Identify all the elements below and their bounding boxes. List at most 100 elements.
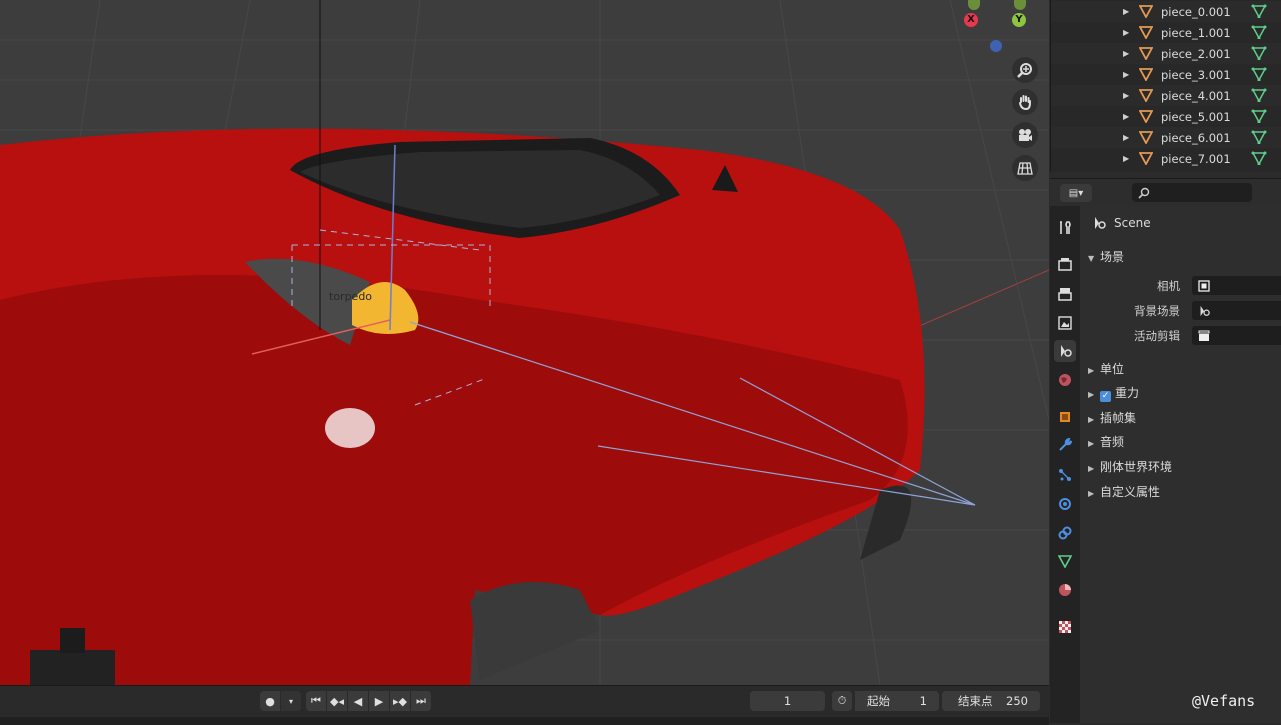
outliner-item-label[interactable]: piece_5.001 <box>1161 110 1231 124</box>
section-label: 单位 <box>1100 362 1125 376</box>
mesh-data-icon[interactable] <box>1251 25 1267 39</box>
outliner-item-label[interactable]: piece_4.001 <box>1161 89 1231 103</box>
section-label: 重力 <box>1115 386 1140 400</box>
outliner-item-label[interactable]: piece_6.001 <box>1161 131 1231 145</box>
output-icon[interactable] <box>1054 283 1076 305</box>
section-label: 刚体世界环境 <box>1100 460 1173 474</box>
3d-viewport[interactable]: torpedo X Y <box>0 0 1049 685</box>
camera-icon[interactable] <box>1012 122 1038 148</box>
mesh-object-icon <box>1139 68 1153 81</box>
scene-panel-header[interactable]: ▼ 场景 <box>1088 248 1124 265</box>
outliner-panel[interactable]: ▶ piece_0.001 ▶ piece_1.001 ▶ piece_2.00… <box>1050 0 1281 172</box>
expand-arrow-icon[interactable]: ▶ <box>1123 28 1129 37</box>
modifier-icon[interactable] <box>1054 434 1076 456</box>
properties-editor-icon: ▤▾ <box>1068 187 1084 199</box>
next-keyframe-button[interactable]: ▸◆ <box>390 691 410 711</box>
mesh-data-icon[interactable] <box>1251 130 1267 144</box>
expand-arrow-icon[interactable]: ▶ <box>1123 91 1129 100</box>
play-reverse-button[interactable]: ◀ <box>348 691 368 711</box>
outliner-item-label[interactable]: piece_1.001 <box>1161 26 1231 40</box>
timeline-ruler[interactable] <box>0 717 1049 725</box>
expand-arrow-icon[interactable]: ▶ <box>1123 154 1129 163</box>
mesh-data-icon[interactable] <box>1251 67 1267 81</box>
scene-icon <box>1095 217 1106 229</box>
chevron-right-icon: ▶ <box>1088 390 1095 399</box>
outliner-item-label[interactable]: piece_2.001 <box>1161 47 1231 61</box>
hand-pan-icon[interactable] <box>1012 89 1038 115</box>
outliner-row[interactable]: ▶ piece_4.001 <box>1051 85 1281 106</box>
outliner-item-label[interactable]: piece_7.001 <box>1161 152 1231 166</box>
outliner-row[interactable]: ▶ piece_1.001 <box>1051 22 1281 43</box>
expand-arrow-icon[interactable]: ▶ <box>1123 133 1129 142</box>
end-value: 250 <box>1006 694 1028 708</box>
end-frame-field[interactable]: 结束点 250 <box>942 691 1040 711</box>
scene-icon[interactable] <box>1054 340 1076 362</box>
mesh-data-icon[interactable] <box>1251 4 1267 18</box>
particles-icon[interactable] <box>1054 464 1076 486</box>
keying-sets-section[interactable]: ▶ 插帧集 <box>1088 409 1136 426</box>
gizmo-x-axis[interactable]: X <box>964 13 978 27</box>
panel-title: 场景 <box>1100 250 1125 264</box>
chevron-right-icon: ▶ <box>1088 439 1095 448</box>
units-section[interactable]: ▶ 单位 <box>1088 360 1124 377</box>
mesh-data-icon[interactable] <box>1251 88 1267 102</box>
camera-object-icon <box>1198 280 1210 292</box>
outliner-row[interactable]: ▶ piece_3.001 <box>1051 64 1281 85</box>
play-button[interactable]: ▶ <box>369 691 389 711</box>
gravity-checkbox[interactable]: ✓ <box>1100 391 1111 402</box>
mesh-object-icon <box>1139 5 1153 18</box>
preview-range-toggle[interactable]: ⏱ <box>832 691 852 711</box>
custom-properties-section[interactable]: ▶ 自定义属性 <box>1088 483 1160 500</box>
render-icon[interactable] <box>1054 253 1076 275</box>
properties-search-input[interactable] <box>1132 183 1252 202</box>
material-icon[interactable] <box>1054 579 1076 601</box>
tool-icon[interactable] <box>1054 217 1076 239</box>
constraints-icon[interactable] <box>1054 522 1076 544</box>
outliner-row[interactable]: ▶ piece_2.001 <box>1051 43 1281 64</box>
gizmo-z-negative[interactable] <box>990 40 1002 52</box>
current-frame-field[interactable]: 1 <box>750 691 825 711</box>
world-icon[interactable] <box>1054 369 1076 391</box>
zoom-icon[interactable] <box>1012 57 1038 83</box>
outliner-item-label[interactable]: piece_3.001 <box>1161 68 1231 82</box>
keying-dropdown[interactable]: ▾ <box>281 691 301 711</box>
editor-type-dropdown[interactable]: ▤▾ <box>1060 184 1092 202</box>
expand-arrow-icon[interactable]: ▶ <box>1123 49 1129 58</box>
expand-arrow-icon[interactable]: ▶ <box>1123 112 1129 121</box>
audio-section[interactable]: ▶ 音频 <box>1088 433 1124 450</box>
outliner-row[interactable]: ▶ piece_5.001 <box>1051 106 1281 127</box>
expand-arrow-icon[interactable]: ▶ <box>1123 70 1129 79</box>
previous-keyframe-button[interactable]: ◆◂ <box>327 691 347 711</box>
outliner-item-label[interactable]: piece_0.001 <box>1161 5 1231 19</box>
camera-field[interactable] <box>1192 276 1281 295</box>
grid-view-icon[interactable] <box>1012 155 1038 181</box>
start-frame-field[interactable]: 起始 1 <box>855 691 939 711</box>
next-keyframe-icon: ▸◆ <box>393 694 407 708</box>
prev-keyframe-icon: ◆◂ <box>330 694 344 708</box>
texture-icon[interactable] <box>1054 616 1076 638</box>
physics-icon[interactable] <box>1054 493 1076 515</box>
outliner-row[interactable]: ▶ piece_6.001 <box>1051 127 1281 148</box>
jump-end-icon: ⏭ <box>416 694 426 707</box>
outliner-row[interactable]: ▶ piece_0.001 <box>1051 1 1281 22</box>
record-keyframe-button[interactable]: ● <box>260 691 280 711</box>
background-scene-field[interactable] <box>1192 301 1281 320</box>
rigid-body-world-section[interactable]: ▶ 刚体世界环境 <box>1088 458 1172 475</box>
record-icon: ● <box>265 694 275 708</box>
data-icon[interactable] <box>1054 550 1076 572</box>
jump-to-start-button[interactable]: ⏮ <box>306 691 326 711</box>
gravity-section[interactable]: ▶ ✓ 重力 <box>1088 384 1139 402</box>
camera-field-label: 相机 <box>1157 279 1180 293</box>
mesh-data-icon[interactable] <box>1251 109 1267 123</box>
mesh-data-icon[interactable] <box>1251 46 1267 60</box>
mesh-object-icon <box>1139 47 1153 60</box>
view-layer-icon[interactable] <box>1054 312 1076 334</box>
active-clip-field[interactable] <box>1192 326 1281 345</box>
expand-arrow-icon[interactable]: ▶ <box>1123 7 1129 16</box>
jump-to-end-button[interactable]: ⏭ <box>411 691 431 711</box>
mesh-data-icon[interactable] <box>1251 151 1267 165</box>
outliner-row[interactable]: ▶ piece_7.001 <box>1051 148 1281 169</box>
object-icon[interactable] <box>1054 406 1076 428</box>
gizmo-y-axis[interactable]: Y <box>1012 13 1026 27</box>
background-scene-label: 背景场景 <box>1134 304 1180 318</box>
